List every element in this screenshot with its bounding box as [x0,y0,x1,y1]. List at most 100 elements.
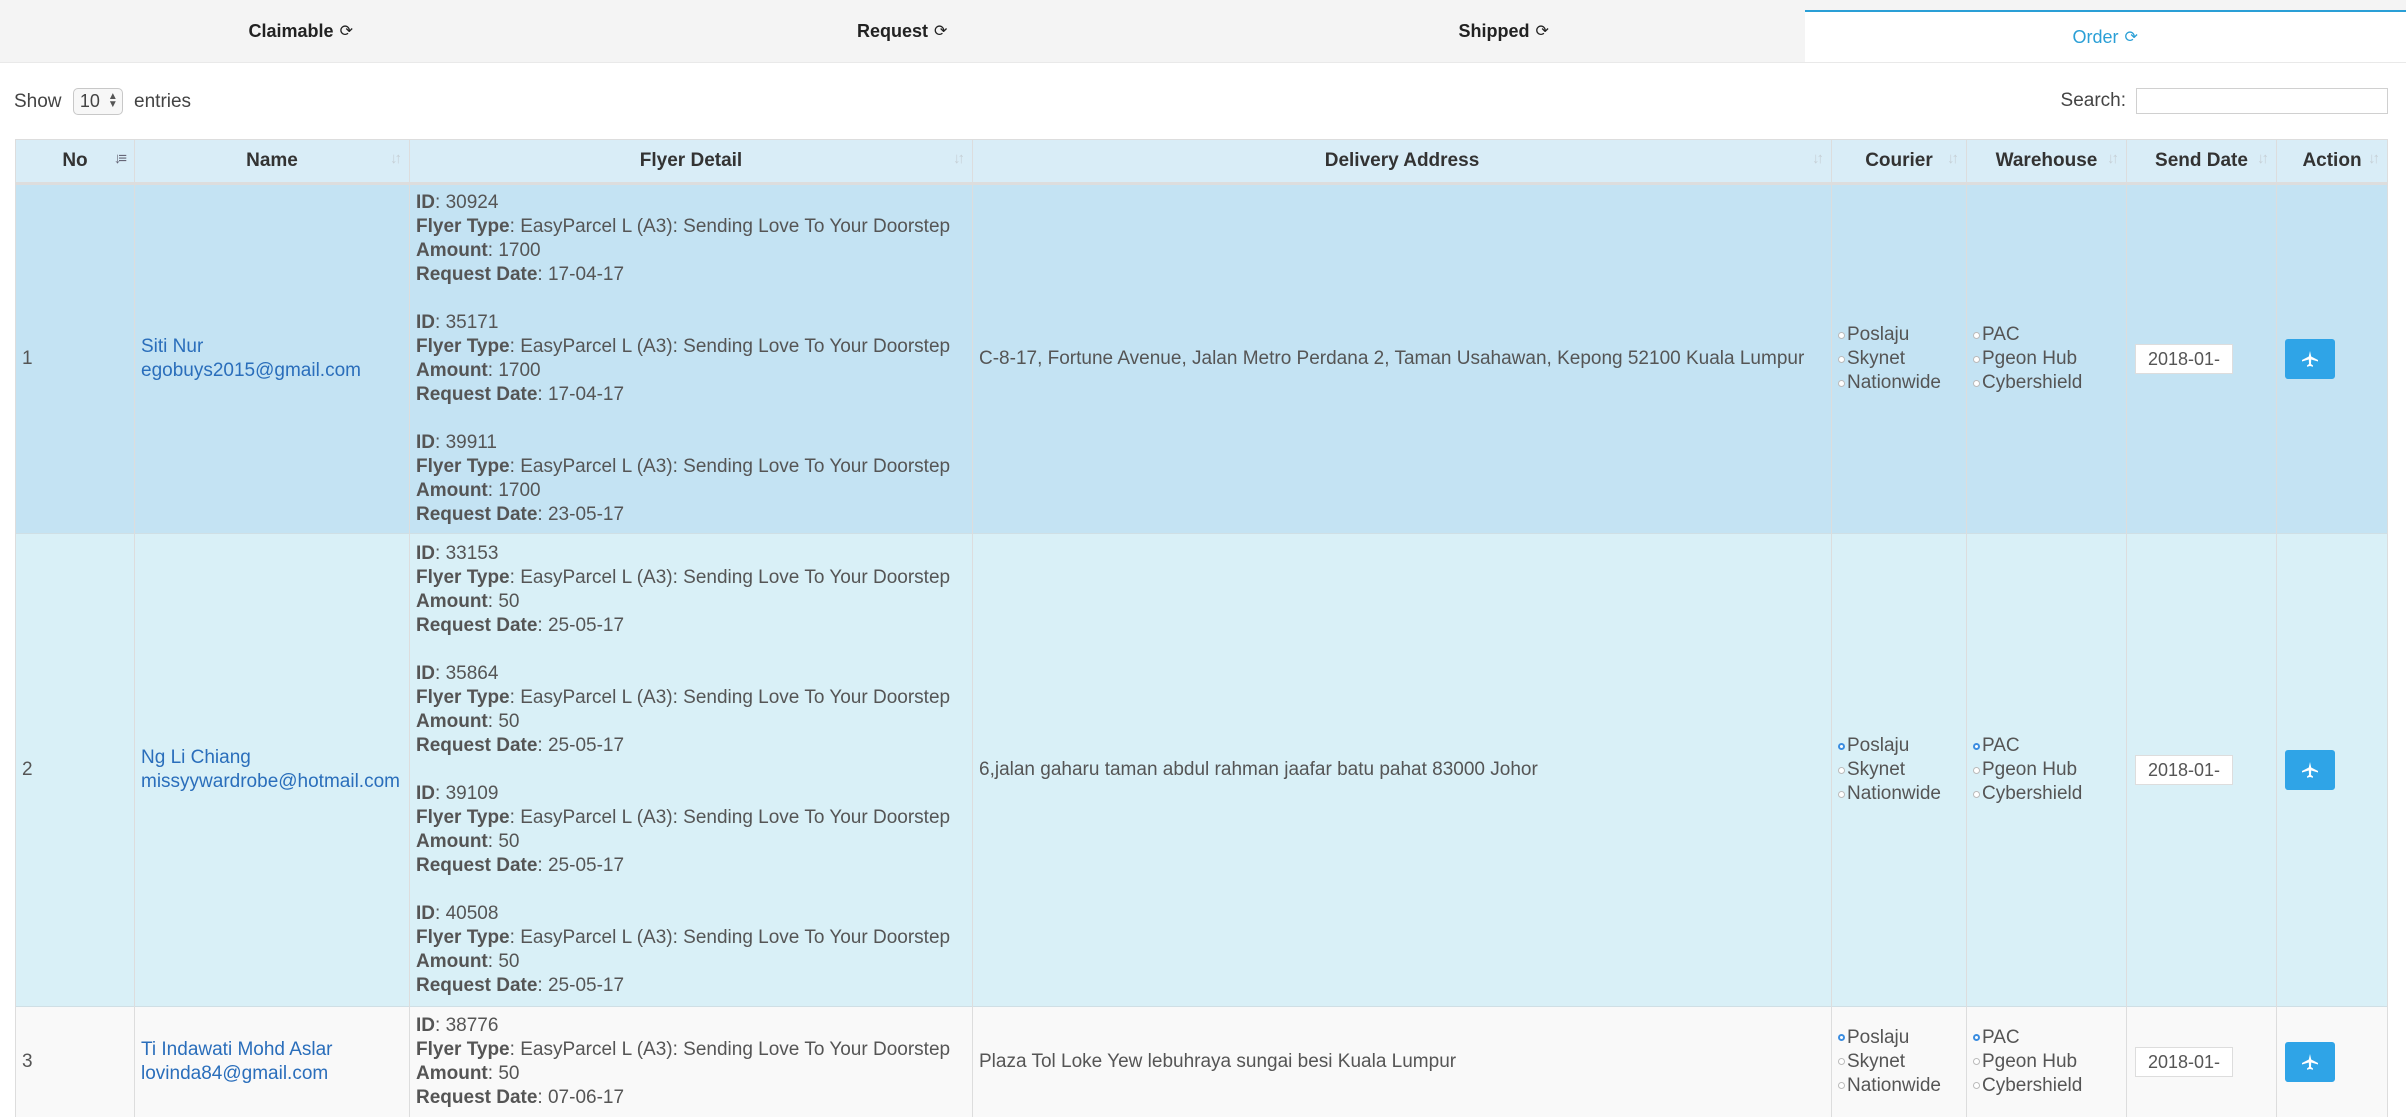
tab-order[interactable]: Order ⟳ [1805,10,2406,62]
flyer-type-line: Flyer Type: EasyParcel L (A3): Sending L… [416,455,966,479]
courier-radio-nationwide[interactable]: Nationwide [1838,782,1960,806]
customer-name-link[interactable]: Siti Nur [141,335,403,359]
customer-email-link[interactable]: missyywardrobe@hotmail.com [141,770,403,794]
sort-icon: ↓↑ [2107,150,2116,167]
cell-courier: PoslajuSkynetNationwide [1832,534,1967,1007]
customer-email-link[interactable]: lovinda84@gmail.com [141,1062,403,1086]
radio-circle-icon [1973,1034,1980,1041]
refresh-icon: ⟳ [934,21,947,41]
flyer-id: 38776 [446,1015,499,1036]
flyer-amount: 1700 [498,480,540,501]
warehouse-radio-pac[interactable]: PAC [1973,734,2120,758]
customer-email-link[interactable]: egobuys2015@gmail.com [141,359,403,383]
search-input[interactable] [2136,88,2388,114]
send-date-input[interactable]: 2018-01- [2135,344,2233,374]
flyer-type-line: Flyer Type: EasyParcel L (A3): Sending L… [416,566,966,590]
cell-no: 2 [16,534,135,1007]
courier-option-label: Skynet [1847,347,1905,371]
flyer-type: EasyParcel L (A3): Sending Love To Your … [520,456,950,477]
flyer-amount-line: Amount: 1700 [416,239,966,263]
table-row: 2 Ng Li Chiang missyywardrobe@hotmail.co… [16,534,2388,1007]
courier-radio-skynet[interactable]: Skynet [1838,758,1960,782]
warehouse-radio-pac[interactable]: PAC [1973,323,2120,347]
courier-option-label: Skynet [1847,1050,1905,1074]
flyer-id-line: ID: 39109 [416,782,966,806]
column-header-delivery-address[interactable]: Delivery Address↓↑ [973,140,1832,184]
flyer-amount: 1700 [498,360,540,381]
column-header-no[interactable]: No↓≡ [16,140,135,184]
column-header-warehouse[interactable]: Warehouse↓↑ [1967,140,2127,184]
flyer-entry: ID: 33153 Flyer Type: EasyParcel L (A3):… [416,542,966,638]
flyer-id-line: ID: 38776 [416,1014,966,1038]
warehouse-radio-pgeon-hub[interactable]: Pgeon Hub [1973,347,2120,371]
column-header-flyer-detail[interactable]: Flyer Detail↓↑ [410,140,973,184]
radio-circle-icon [1838,332,1845,339]
warehouse-radio-pgeon-hub[interactable]: Pgeon Hub [1973,758,2120,782]
flyer-id-line: ID: 39911 [416,431,966,455]
courier-radio-poslaju[interactable]: Poslaju [1838,323,1960,347]
courier-radio-nationwide[interactable]: Nationwide [1838,371,1960,395]
status-tabs: Claimable ⟳ Request ⟳ Shipped ⟳ Order ⟳ [0,0,2406,63]
flyer-type: EasyParcel L (A3): Sending Love To Your … [520,687,950,708]
plane-icon [2301,1053,2319,1071]
warehouse-radio-pac[interactable]: PAC [1973,1026,2120,1050]
tab-label: Claimable [249,21,334,42]
flyer-request-date: 23-05-17 [548,504,624,525]
orders-table: No↓≡ Name↓↑ Flyer Detail↓↑ Delivery Addr… [15,139,2388,1117]
sort-icon: ↓↑ [2257,150,2266,167]
tab-label: Order [2073,27,2119,48]
column-header-courier[interactable]: Courier↓↑ [1832,140,1967,184]
flyer-id: 40508 [446,903,499,924]
sort-icon: ↓↑ [953,150,962,167]
cell-send-date: 2018-01- [2127,534,2277,1007]
column-header-send-date[interactable]: Send Date↓↑ [2127,140,2277,184]
column-header-action[interactable]: Action↓↑ [2277,140,2388,184]
radio-circle-icon [1838,767,1845,774]
cell-courier: PoslajuSkynetNationwide [1832,1007,1967,1117]
warehouse-radio-cybershield[interactable]: Cybershield [1973,1074,2120,1098]
sort-icon: ↓↑ [390,150,399,167]
flyer-request-date-line: Request Date: 07-06-17 [416,1086,966,1110]
send-plane-button[interactable] [2285,1042,2335,1082]
courier-radio-skynet[interactable]: Skynet [1838,347,1960,371]
warehouse-option-label: Pgeon Hub [1982,347,2077,371]
sort-icon: ↓↑ [1947,150,1956,167]
flyer-id-line: ID: 35171 [416,311,966,335]
radio-circle-icon [1973,767,1980,774]
table-header-row: No↓≡ Name↓↑ Flyer Detail↓↑ Delivery Addr… [16,140,2388,184]
flyer-type: EasyParcel L (A3): Sending Love To Your … [520,336,950,357]
courier-radio-skynet[interactable]: Skynet [1838,1050,1960,1074]
entries-select[interactable]: 10 ▲▼ [73,88,123,115]
courier-radio-poslaju[interactable]: Poslaju [1838,1026,1960,1050]
send-plane-button[interactable] [2285,750,2335,790]
courier-radio-nationwide[interactable]: Nationwide [1838,1074,1960,1098]
flyer-request-date-line: Request Date: 25-05-17 [416,854,966,878]
warehouse-radio-cybershield[interactable]: Cybershield [1973,371,2120,395]
warehouse-option-label: Pgeon Hub [1982,758,2077,782]
cell-no: 1 [16,184,135,534]
send-date-input[interactable]: 2018-01- [2135,755,2233,785]
warehouse-radio-pgeon-hub[interactable]: Pgeon Hub [1973,1050,2120,1074]
tab-request[interactable]: Request ⟳ [602,0,1204,62]
send-date-input[interactable]: 2018-01- [2135,1047,2233,1077]
cell-flyer-detail: ID: 33153 Flyer Type: EasyParcel L (A3):… [410,534,973,1007]
courier-option-label: Skynet [1847,758,1905,782]
courier-option-label: Nationwide [1847,1074,1941,1098]
flyer-id: 35864 [446,663,499,684]
customer-name-link[interactable]: Ti Indawati Mohd Aslar [141,1038,403,1062]
flyer-amount-line: Amount: 50 [416,950,966,974]
warehouse-radio-cybershield[interactable]: Cybershield [1973,782,2120,806]
customer-name-link[interactable]: Ng Li Chiang [141,746,403,770]
column-header-name[interactable]: Name↓↑ [135,140,410,184]
flyer-request-date: 07-06-17 [548,1087,624,1108]
flyer-amount-line: Amount: 50 [416,590,966,614]
tab-claimable[interactable]: Claimable ⟳ [0,0,602,62]
tab-shipped[interactable]: Shipped ⟳ [1203,0,1805,62]
courier-radio-poslaju[interactable]: Poslaju [1838,734,1960,758]
flyer-type-line: Flyer Type: EasyParcel L (A3): Sending L… [416,686,966,710]
send-plane-button[interactable] [2285,339,2335,379]
flyer-request-date-line: Request Date: 17-04-17 [416,383,966,407]
radio-circle-icon [1973,356,1980,363]
flyer-request-date-line: Request Date: 25-05-17 [416,734,966,758]
tab-label: Request [857,21,928,42]
